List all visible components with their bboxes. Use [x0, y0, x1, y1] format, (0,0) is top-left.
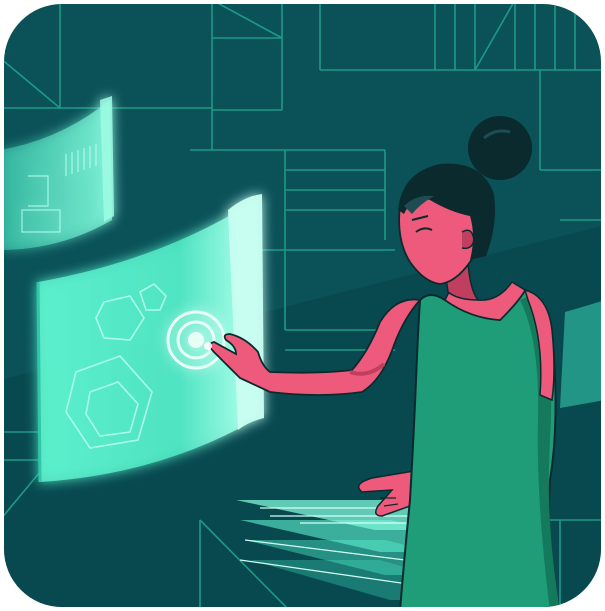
right-hologram — [560, 300, 601, 408]
illustration-canvas — [0, 0, 605, 611]
hair-bun — [468, 116, 532, 180]
illustration — [0, 0, 605, 611]
scene — [4, 4, 601, 607]
